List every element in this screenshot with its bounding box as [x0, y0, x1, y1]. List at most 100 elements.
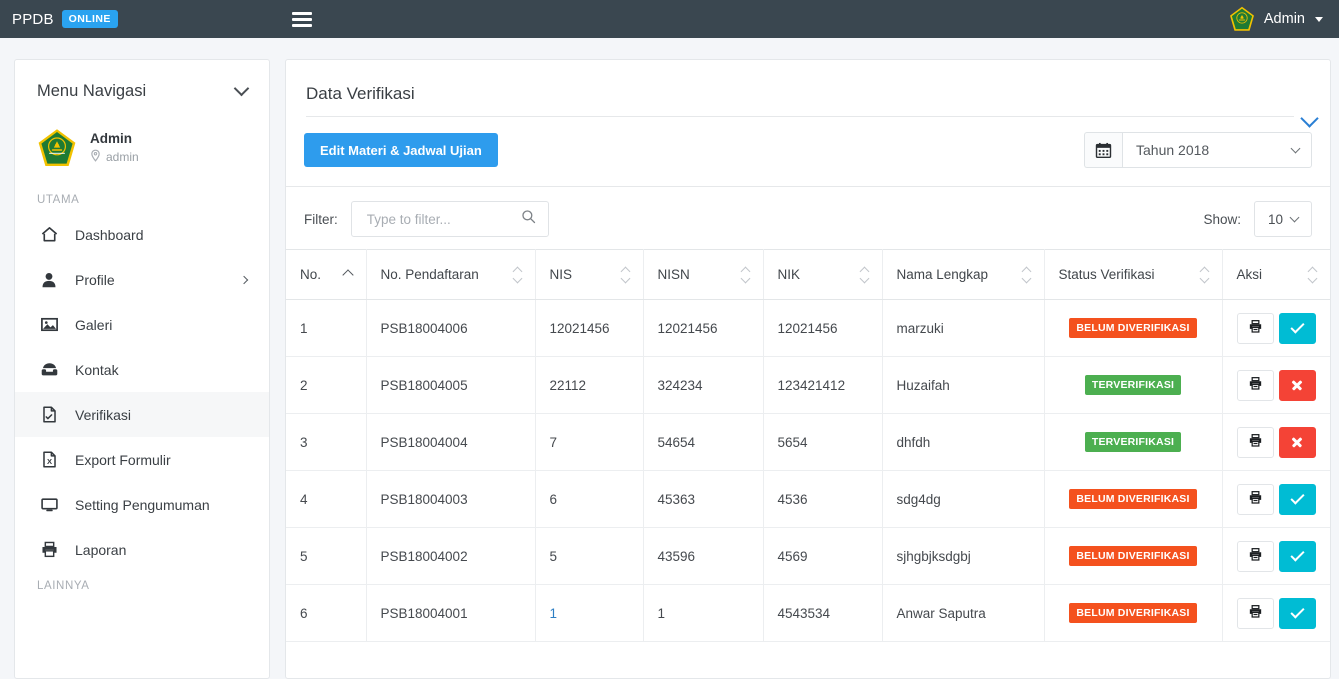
- close-icon: [1291, 436, 1303, 448]
- table-row: 1PSB18004006120214561202145612021456marz…: [286, 300, 1330, 357]
- year-select[interactable]: Tahun 2018: [1122, 132, 1312, 168]
- column-label: Status Verifikasi: [1059, 267, 1155, 282]
- year-select-value: Tahun 2018: [1136, 142, 1209, 158]
- check-icon: [1290, 490, 1304, 504]
- chevron-right-icon[interactable]: [240, 275, 248, 283]
- cell-nik: 123421412: [763, 357, 882, 414]
- search-icon[interactable]: [521, 209, 536, 229]
- sidebar: Menu Navigasi Admin: [14, 59, 270, 679]
- column-header-no[interactable]: No.: [286, 250, 366, 300]
- cell-no: 3: [286, 414, 366, 471]
- column-header-nama-lengkap[interactable]: Nama Lengkap: [882, 250, 1044, 300]
- column-label: No.: [300, 267, 321, 282]
- top-user-menu[interactable]: Admin: [1229, 0, 1323, 38]
- sort-ascending-icon: [342, 269, 353, 280]
- location-pin-icon: [90, 149, 101, 165]
- cell-nik: 4569: [763, 528, 882, 585]
- sidebar-item-dashboard[interactable]: Dashboard: [15, 212, 269, 257]
- user-icon: [39, 270, 59, 290]
- cell-nama-lengkap-value: sdg4dg: [897, 492, 941, 507]
- column-header-nik[interactable]: NIK: [763, 250, 882, 300]
- cell-nama-lengkap-value: Anwar Saputra: [897, 606, 986, 621]
- column-label: No. Pendaftaran: [381, 267, 479, 282]
- sidebar-header[interactable]: Menu Navigasi: [15, 60, 269, 122]
- cell-nisn: 43596: [643, 528, 763, 585]
- print-button[interactable]: [1237, 313, 1274, 344]
- sidebar-item-verifikasi[interactable]: Verifikasi: [15, 392, 269, 437]
- brand[interactable]: PPDB ONLINE: [12, 10, 118, 28]
- print-button[interactable]: [1237, 484, 1274, 515]
- table-row: 3PSB180040047546545654dhfdhTERVERIFIKASI: [286, 414, 1330, 471]
- approve-button[interactable]: [1279, 541, 1316, 572]
- cell-nis-value: 6: [550, 492, 558, 507]
- filter-label: Filter:: [304, 212, 338, 227]
- approve-button[interactable]: [1279, 484, 1316, 515]
- cell-nisn-value: 43596: [658, 549, 696, 564]
- chevron-down-icon[interactable]: [234, 81, 250, 97]
- cell-nis: 7: [535, 414, 643, 471]
- cell-no-value: 3: [300, 435, 308, 450]
- search-input[interactable]: [365, 211, 515, 228]
- cell-nis-value: 1: [550, 606, 558, 621]
- printer-icon: [1248, 604, 1263, 622]
- sort-icon: [742, 268, 749, 282]
- column-header-aksi[interactable]: Aksi: [1222, 250, 1330, 300]
- cell-no: 4: [286, 471, 366, 528]
- cell-no: 5: [286, 528, 366, 585]
- print-button[interactable]: [1237, 598, 1274, 629]
- brand-badge: ONLINE: [62, 10, 118, 28]
- table-row: 2PSB1800400522112324234123421412Huzaifah…: [286, 357, 1330, 414]
- cell-nik: 4543534: [763, 585, 882, 642]
- table-controls: Filter: Show: 10: [286, 187, 1330, 249]
- print-button[interactable]: [1237, 541, 1274, 572]
- cell-status-verifikasi: TERVERIFIKASI: [1044, 414, 1222, 471]
- sidebar-item-label: Profile: [75, 272, 115, 288]
- cell-nis-value: 22112: [550, 378, 587, 393]
- year-picker[interactable]: Tahun 2018: [1084, 132, 1312, 168]
- cell-nis: 22112: [535, 357, 643, 414]
- sidebar-item-galeri[interactable]: Galeri: [15, 302, 269, 347]
- action-buttons: [1237, 598, 1317, 629]
- print-button[interactable]: [1237, 370, 1274, 401]
- column-header-no-pendaftaran[interactable]: No. Pendaftaran: [366, 250, 535, 300]
- sidebar-item-profile[interactable]: Profile: [15, 257, 269, 302]
- sidebar-item-setting-pengumuman[interactable]: Setting Pengumuman: [15, 482, 269, 527]
- print-button[interactable]: [1237, 427, 1274, 458]
- sidebar-item-laporan[interactable]: Laporan: [15, 527, 269, 572]
- column-header-status-verifikasi[interactable]: Status Verifikasi: [1044, 250, 1222, 300]
- file-check-icon: [39, 405, 59, 425]
- cell-nisn: 1: [643, 585, 763, 642]
- status-badge: TERVERIFIKASI: [1085, 375, 1181, 395]
- avatar: [37, 128, 77, 168]
- cell-nama-lengkap: sdg4dg: [882, 471, 1044, 528]
- action-buttons: [1237, 370, 1317, 401]
- edit-materi-jadwal-ujian-button[interactable]: Edit Materi & Jadwal Ujian: [304, 133, 498, 167]
- chevron-down-icon: [1291, 143, 1301, 153]
- sort-icon: [1023, 268, 1030, 282]
- search-input-wrapper[interactable]: [351, 201, 549, 237]
- reject-button[interactable]: [1279, 427, 1316, 458]
- column-header-nisn[interactable]: NISN: [643, 250, 763, 300]
- cell-nik: 12021456: [763, 300, 882, 357]
- cell-no-pendaftaran-value: PSB18004006: [381, 321, 468, 336]
- sidebar-title: Menu Navigasi: [37, 82, 146, 101]
- chevron-down-icon[interactable]: [1315, 17, 1323, 22]
- sidebar-item-label: Verifikasi: [75, 407, 131, 423]
- cell-aksi: [1222, 471, 1330, 528]
- reject-button[interactable]: [1279, 370, 1316, 401]
- sidebar-item-kontak[interactable]: Kontak: [15, 347, 269, 392]
- cell-no: 2: [286, 357, 366, 414]
- cell-nisn-value: 324234: [658, 378, 703, 393]
- approve-button[interactable]: [1279, 598, 1316, 629]
- cell-status-verifikasi: BELUM DIVERIFIKASI: [1044, 300, 1222, 357]
- cell-no-pendaftaran: PSB18004005: [366, 357, 535, 414]
- cell-nisn: 324234: [643, 357, 763, 414]
- hamburger-icon[interactable]: [292, 9, 312, 29]
- approve-button[interactable]: [1279, 313, 1316, 344]
- column-header-nis[interactable]: NIS: [535, 250, 643, 300]
- sidebar-item-export-formulir[interactable]: X Export Formulir: [15, 437, 269, 482]
- cell-nis-value: 12021456: [550, 321, 610, 336]
- cell-nama-lengkap: dhfdh: [882, 414, 1044, 471]
- page-size-select[interactable]: 10: [1254, 201, 1312, 237]
- cell-nama-lengkap: Anwar Saputra: [882, 585, 1044, 642]
